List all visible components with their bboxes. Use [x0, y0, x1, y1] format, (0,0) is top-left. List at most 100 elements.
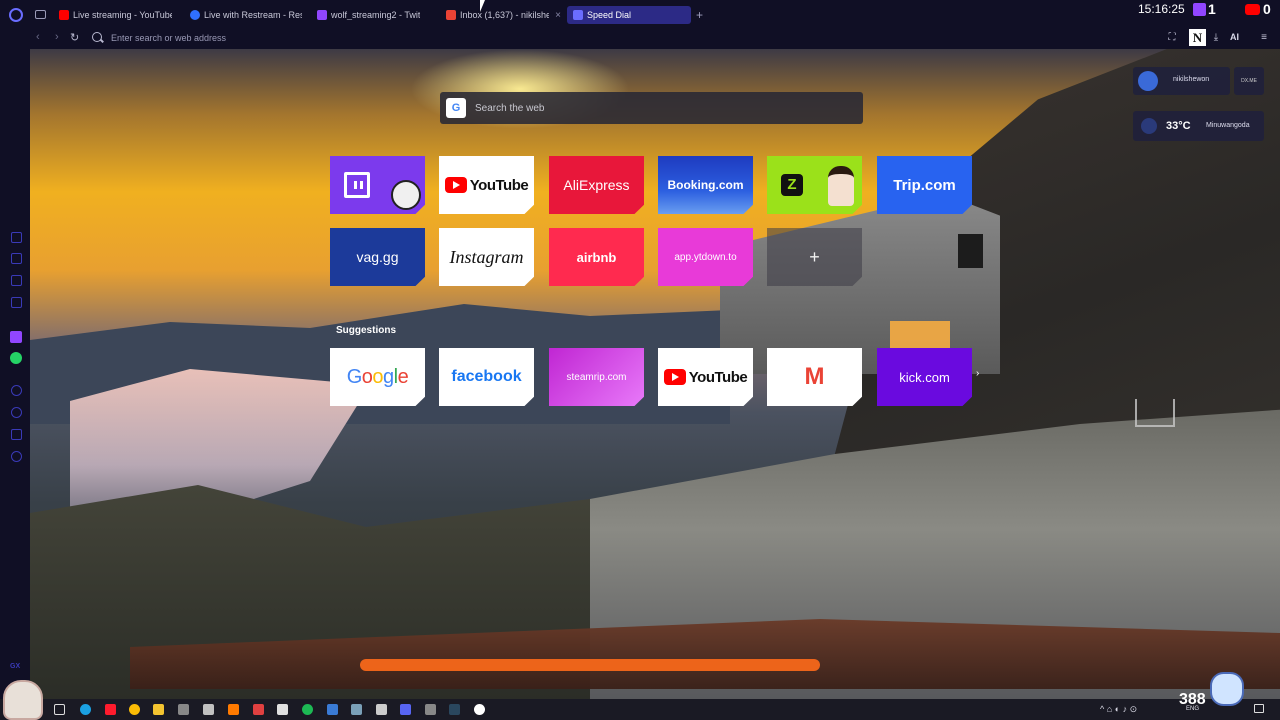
- twitch-favicon-icon: [317, 10, 327, 20]
- system-tray-icons[interactable]: ^ ⌂ ◐ ♪ ⊙: [1100, 704, 1137, 715]
- twitch-icon: [1193, 2, 1206, 16]
- obs-icon[interactable]: [474, 704, 485, 715]
- easy-setup-icon[interactable]: ≡: [1258, 32, 1270, 44]
- extensions-icon[interactable]: [11, 429, 22, 440]
- restream-favicon-icon: [190, 10, 200, 20]
- edge-icon[interactable]: [80, 704, 91, 715]
- twitch-logo-icon: [344, 172, 370, 198]
- gmail-logo-icon: M: [804, 363, 825, 390]
- weather-widget[interactable]: 33°C Minuwangoda: [1133, 111, 1264, 141]
- wallpaper-bench: [1135, 399, 1175, 427]
- news-icon[interactable]: [11, 297, 22, 308]
- settings-icon[interactable]: [11, 451, 22, 462]
- profile-widget[interactable]: nikilshewon: [1133, 67, 1230, 95]
- notion-extension-icon[interactable]: N: [1189, 29, 1206, 46]
- app-icon-15[interactable]: [425, 704, 436, 715]
- address-input[interactable]: [111, 31, 711, 45]
- clock: 15:16:25: [1138, 2, 1185, 16]
- temperature: 33°C: [1166, 120, 1191, 132]
- notification-icon[interactable]: [1254, 704, 1264, 713]
- gmail-favicon-icon: [446, 10, 456, 20]
- gx-corner-icon[interactable]: [11, 253, 22, 264]
- tile-vag[interactable]: vag.gg: [330, 228, 425, 286]
- forward-button[interactable]: ›: [55, 31, 59, 43]
- add-speed-dial-button[interactable]: +: [767, 228, 862, 286]
- snapshot-icon[interactable]: ⛶: [1166, 32, 1178, 44]
- wallpaper-cabin-light: [890, 321, 950, 351]
- suggestion-youtube[interactable]: YouTube: [658, 348, 753, 406]
- speed-dial-favicon-icon: [573, 10, 583, 20]
- spotify-icon[interactable]: [302, 704, 313, 715]
- search-input[interactable]: [475, 101, 845, 115]
- google-logo: Google: [346, 365, 409, 388]
- suggestions-heading: Suggestions: [336, 325, 397, 336]
- app-icon-6[interactable]: [203, 704, 214, 715]
- reload-button[interactable]: ↻: [70, 31, 79, 44]
- sidebar-twitch-icon[interactable]: [10, 331, 22, 343]
- youtube-live-counter[interactable]: 0: [1245, 1, 1271, 17]
- tab-strip: Live streaming - YouTube Live with Restr…: [0, 0, 1280, 29]
- app-icon-7[interactable]: [228, 704, 239, 715]
- tile-airbnb[interactable]: airbnb: [549, 228, 644, 286]
- wallpaper: [30, 49, 1280, 699]
- language-indicator[interactable]: ENG: [1186, 706, 1199, 712]
- new-tab-button[interactable]: +: [696, 8, 703, 22]
- sidebar: GX: [0, 49, 30, 699]
- youtube-logo-icon: [444, 177, 467, 193]
- youtube-icon: [1245, 3, 1260, 15]
- weather-moon-icon: [1141, 118, 1157, 134]
- tab-speed-dial[interactable]: Speed Dial: [567, 6, 691, 24]
- tile-trip[interactable]: Trip.com: [877, 156, 972, 214]
- tab-overview-icon[interactable]: [35, 10, 46, 19]
- play-icon[interactable]: [11, 385, 22, 396]
- downloader-icon[interactable]: [178, 704, 189, 715]
- suggestion-steamrip[interactable]: steamrip.com: [549, 348, 644, 406]
- discord-icon[interactable]: [400, 704, 411, 715]
- sidebar-whatsapp-icon[interactable]: [10, 352, 22, 364]
- tab-twitch[interactable]: wolf_streaming2 - Twit: [317, 6, 430, 24]
- weather-city: Minuwangoda: [1206, 122, 1250, 129]
- youtube-logo-icon: [663, 369, 686, 385]
- twitch-live-counter[interactable]: 1: [1193, 1, 1216, 17]
- dxme-widget[interactable]: DX.ME: [1234, 67, 1264, 95]
- tile-youtube[interactable]: YouTube: [439, 156, 534, 214]
- tab-restream[interactable]: Live with Restream - Restr: [190, 6, 302, 24]
- tab-gmail[interactable]: Inbox (1,637) - nikilshe ×: [446, 6, 561, 24]
- app-icon-12[interactable]: [351, 704, 362, 715]
- google-icon[interactable]: G: [446, 98, 466, 118]
- back-button[interactable]: ‹: [36, 31, 40, 43]
- tile-aliexpress[interactable]: AliExpress: [549, 156, 644, 214]
- task-view-icon[interactable]: [54, 704, 65, 715]
- taskbar: [0, 699, 1280, 720]
- suggestion-gmail[interactable]: M: [767, 348, 862, 406]
- opera-gx-taskbar-icon[interactable]: [105, 704, 116, 715]
- app-icon-13[interactable]: [376, 704, 387, 715]
- gx-control-icon[interactable]: [11, 232, 22, 243]
- aria-ai-button[interactable]: AI: [1230, 32, 1239, 42]
- history-icon[interactable]: [11, 407, 22, 418]
- suggestion-facebook[interactable]: facebook: [439, 348, 534, 406]
- suggestion-kick[interactable]: kick.com: [877, 348, 972, 406]
- suggestions-next-icon[interactable]: ›: [976, 368, 979, 379]
- tile-instagram[interactable]: Instagram: [439, 228, 534, 286]
- youtube-favicon-icon: [59, 10, 69, 20]
- app-icon-9[interactable]: [277, 704, 288, 715]
- tile-ytdown[interactable]: app.ytdown.to: [658, 228, 753, 286]
- opera-gx-menu-icon[interactable]: [9, 8, 23, 22]
- close-tab-icon[interactable]: ×: [555, 10, 561, 21]
- twitch-avatar: [391, 180, 421, 210]
- tile-twitch[interactable]: [330, 156, 425, 214]
- wallpaper-cabin: [720, 194, 1000, 374]
- downloads-icon[interactable]: ⤓: [1210, 32, 1222, 44]
- speed-dial-search: G: [440, 92, 863, 124]
- player-icon[interactable]: [11, 275, 22, 286]
- steam-icon[interactable]: [449, 704, 460, 715]
- tab-youtube-studio[interactable]: Live streaming - YouTube: [59, 6, 172, 24]
- tile-booking[interactable]: Booking.com: [658, 156, 753, 214]
- chrome-icon[interactable]: [129, 704, 140, 715]
- app-icon-11[interactable]: [327, 704, 338, 715]
- app-icon-8[interactable]: [253, 704, 264, 715]
- tile-zenless-zone-zero[interactable]: Z: [767, 156, 862, 214]
- suggestion-google[interactable]: Google: [330, 348, 425, 406]
- file-explorer-icon[interactable]: [153, 704, 164, 715]
